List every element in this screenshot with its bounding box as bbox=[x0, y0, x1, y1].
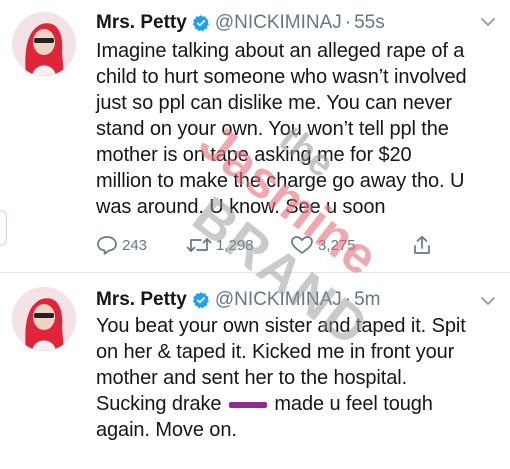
like-count: 3,275 bbox=[318, 236, 356, 254]
chevron-down-icon[interactable] bbox=[480, 14, 496, 30]
tweet-1[interactable]: Mrs. Petty @NICKIMINAJ · 55s Imagine tal… bbox=[0, 0, 510, 272]
scroll-handle[interactable] bbox=[0, 210, 7, 246]
tweet-header: Mrs. Petty @NICKIMINAJ · 55s bbox=[96, 10, 385, 36]
like-icon bbox=[291, 236, 313, 254]
tweet-text: Imagine talking about an alleged rape of… bbox=[96, 40, 467, 218]
retweet-icon bbox=[186, 238, 212, 252]
retweet-button[interactable]: 1,298 bbox=[186, 235, 254, 255]
verified-badge-icon bbox=[192, 292, 209, 309]
avatar[interactable] bbox=[12, 287, 76, 351]
separator-dot: · bbox=[344, 12, 352, 33]
retweet-count: 1,298 bbox=[216, 236, 254, 254]
display-name[interactable]: Mrs. Petty bbox=[96, 12, 187, 34]
redaction-mark bbox=[228, 401, 267, 408]
separator-dot: · bbox=[344, 289, 352, 310]
like-button[interactable]: 3,275 bbox=[290, 235, 356, 255]
tweet-text: You beat your own sister and taped it. S… bbox=[96, 313, 506, 443]
tweet-actions: 243 1,298 3,275 bbox=[96, 233, 466, 257]
share-button[interactable] bbox=[412, 235, 436, 255]
reply-icon bbox=[97, 236, 117, 255]
chevron-down-icon[interactable] bbox=[480, 293, 496, 309]
share-icon bbox=[414, 235, 430, 254]
timestamp[interactable]: 55s bbox=[354, 12, 385, 34]
avatar[interactable] bbox=[12, 12, 76, 76]
handle[interactable]: @NICKIMINAJ bbox=[215, 289, 342, 311]
reply-button[interactable]: 243 bbox=[96, 235, 147, 255]
tweet-header: Mrs. Petty @NICKIMINAJ · 5m bbox=[96, 287, 381, 313]
verified-badge-icon bbox=[192, 15, 209, 32]
timestamp[interactable]: 5m bbox=[354, 289, 380, 311]
tweet-2[interactable]: Mrs. Petty @NICKIMINAJ · 5m You beat you… bbox=[0, 273, 510, 469]
reply-count: 243 bbox=[122, 236, 148, 254]
display-name[interactable]: Mrs. Petty bbox=[96, 289, 187, 311]
handle[interactable]: @NICKIMINAJ bbox=[215, 12, 342, 34]
